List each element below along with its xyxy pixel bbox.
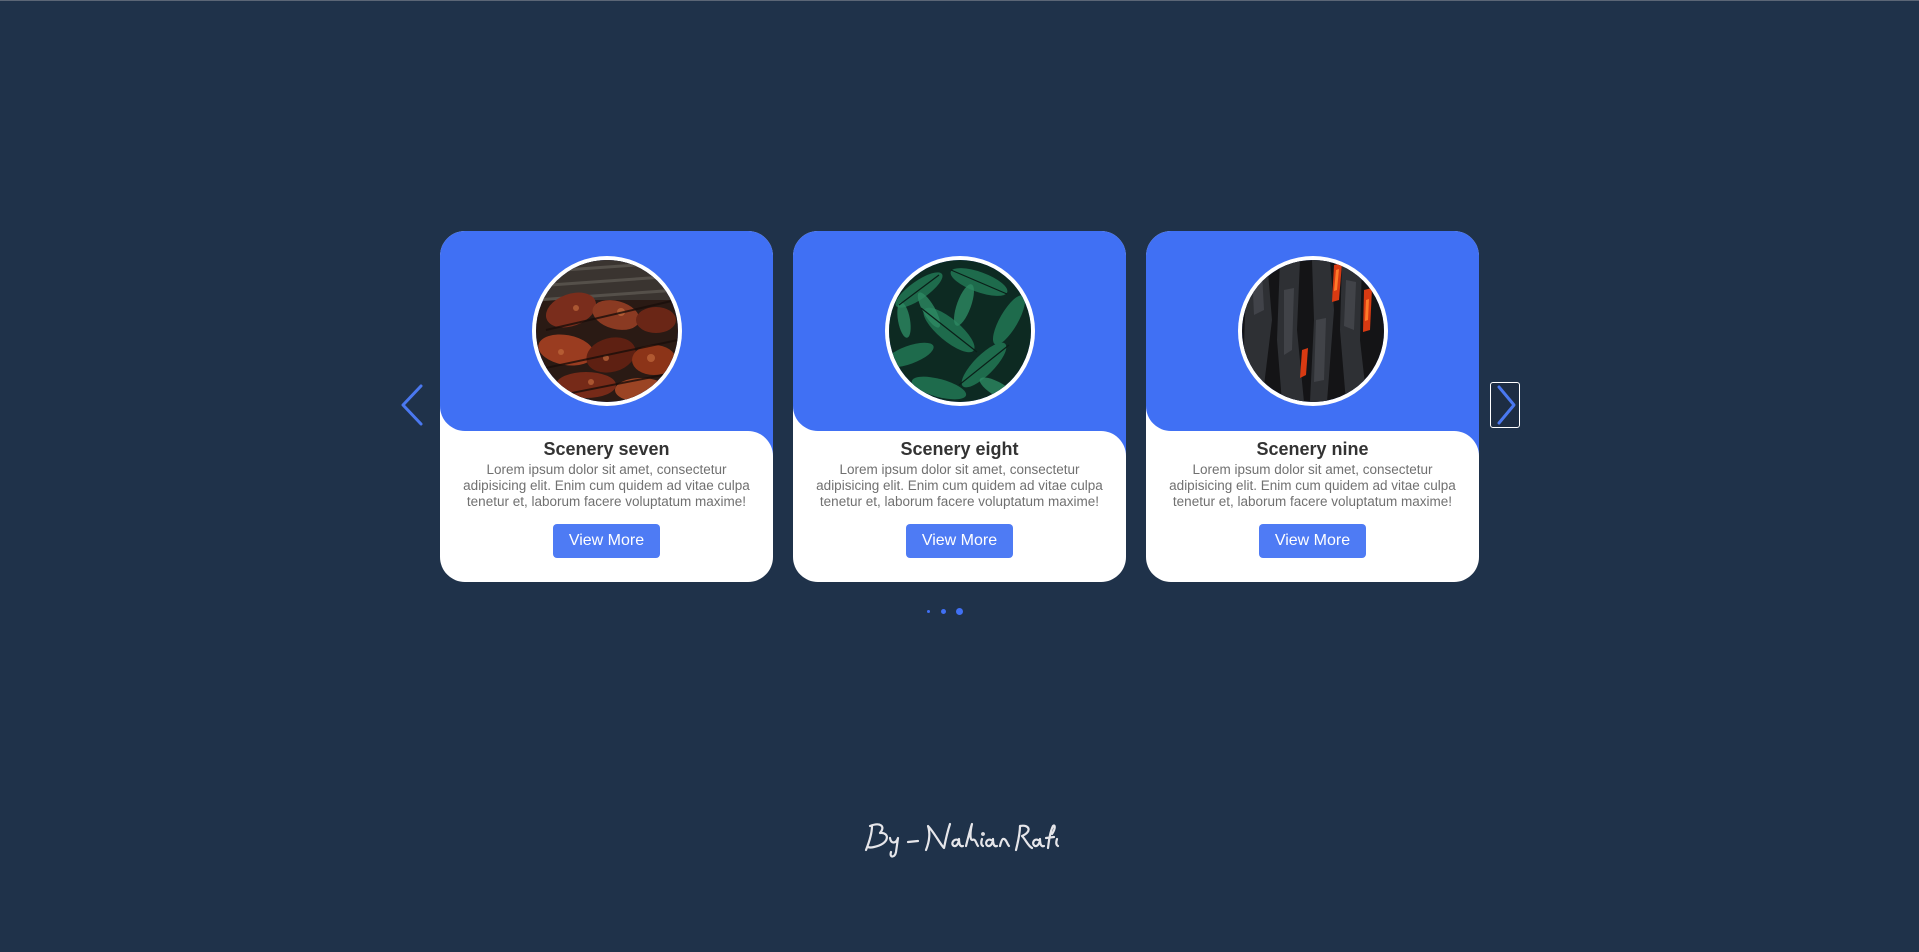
slider-next-button[interactable] bbox=[1490, 382, 1520, 428]
slider-prev-button[interactable] bbox=[397, 383, 429, 427]
card-title: Scenery nine bbox=[1256, 439, 1369, 459]
card-content: Scenery seven Lorem ipsum dolor sit amet… bbox=[440, 439, 773, 510]
pagination-dot-3-active[interactable] bbox=[956, 608, 963, 615]
card-description: Lorem ipsum dolor sit amet, consectetur … bbox=[1169, 462, 1456, 509]
card-image-frame bbox=[532, 256, 682, 406]
card-scenery-seven: Scenery seven Lorem ipsum dolor sit amet… bbox=[440, 231, 773, 582]
pagination-dot-1[interactable] bbox=[927, 610, 930, 613]
card-content: Scenery eight Lorem ipsum dolor sit amet… bbox=[793, 439, 1126, 510]
grilled-meat-photo bbox=[536, 260, 678, 402]
burning-bark-photo bbox=[1242, 260, 1384, 402]
card-content: Scenery nine Lorem ipsum dolor sit amet,… bbox=[1146, 439, 1479, 510]
green-leaves-photo bbox=[889, 260, 1031, 402]
view-more-button[interactable]: View More bbox=[553, 524, 660, 558]
card-scenery-nine: Scenery nine Lorem ipsum dolor sit amet,… bbox=[1146, 231, 1479, 582]
card-scenery-eight: Scenery eight Lorem ipsum dolor sit amet… bbox=[793, 231, 1126, 582]
author-signature bbox=[860, 814, 1060, 864]
card-image-frame bbox=[885, 256, 1035, 406]
signature-image bbox=[864, 822, 1060, 858]
chevron-right-icon bbox=[1497, 385, 1516, 425]
card-image-frame bbox=[1238, 256, 1388, 406]
view-more-button[interactable]: View More bbox=[906, 524, 1013, 558]
card-description: Lorem ipsum dolor sit amet, consectetur … bbox=[463, 462, 750, 509]
card-title: Scenery eight bbox=[900, 439, 1019, 459]
card-slider: Scenery seven Lorem ipsum dolor sit amet… bbox=[0, 0, 1919, 952]
slider-pagination bbox=[925, 607, 965, 615]
chevron-left-icon bbox=[401, 384, 423, 426]
card-list: Scenery seven Lorem ipsum dolor sit amet… bbox=[440, 231, 1479, 582]
card-title: Scenery seven bbox=[543, 439, 670, 459]
card-description: Lorem ipsum dolor sit amet, consectetur … bbox=[816, 462, 1103, 509]
view-more-button[interactable]: View More bbox=[1259, 524, 1366, 558]
pagination-dot-2[interactable] bbox=[941, 609, 946, 614]
